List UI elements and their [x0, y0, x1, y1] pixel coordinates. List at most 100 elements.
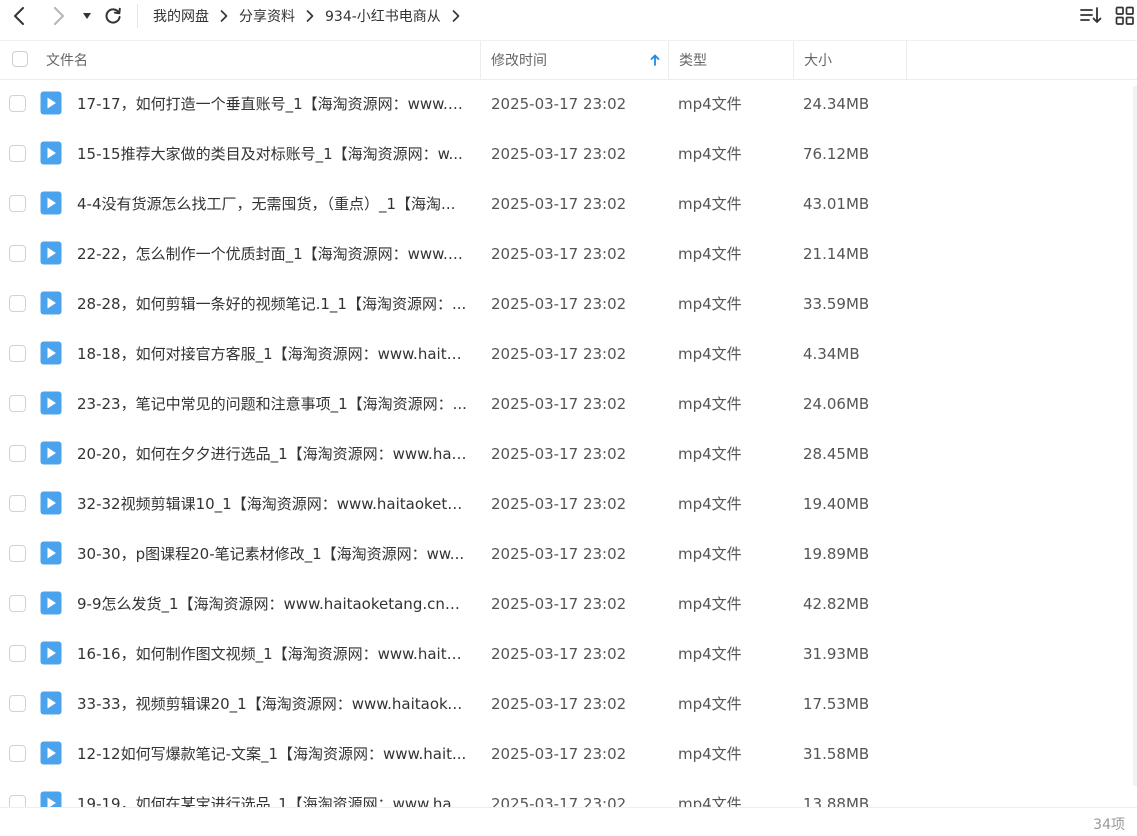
- chevron-right-icon: [452, 10, 460, 22]
- row-checkbox[interactable]: [9, 145, 26, 162]
- refresh-icon: [105, 7, 121, 24]
- row-checkbox[interactable]: [9, 595, 26, 612]
- row-checkbox[interactable]: [9, 545, 26, 562]
- file-type: mp4文件: [678, 195, 742, 213]
- file-row[interactable]: 9-9怎么发货_1【海淘资源网：www.haitaoketang.cn】... 2…: [0, 579, 1137, 629]
- breadcrumb-item-current-folder[interactable]: 934-小红书电商从: [325, 6, 441, 26]
- breadcrumb-item-my-drive[interactable]: 我的网盘: [153, 6, 209, 26]
- file-row[interactable]: 12-12如何写爆款笔记-文案_1【海淘资源网：www.hait... 2025-…: [0, 729, 1137, 779]
- video-file-icon: [40, 341, 62, 365]
- file-type: mp4文件: [678, 645, 742, 663]
- column-header-type-label: 类型: [679, 53, 707, 69]
- row-checkbox[interactable]: [9, 345, 26, 362]
- file-size: 19.89MB: [803, 545, 870, 563]
- file-row[interactable]: 16-16，如何制作图文视频_1【海淘资源网：www.haita... 2025-…: [0, 629, 1137, 679]
- file-row[interactable]: 28-28，如何剪辑一条好的视频笔记.1_1【海淘资源网：... 2025-03-…: [0, 279, 1137, 329]
- column-header-modified[interactable]: 修改时间: [491, 41, 668, 79]
- toolbar-divider: [137, 4, 138, 28]
- file-row[interactable]: 17-17，如何打造一个垂直账号_1【海淘资源网：www.h... 2025-03…: [0, 79, 1137, 129]
- file-modified-time: 2025-03-17 23:02: [491, 595, 627, 613]
- file-modified-time: 2025-03-17 23:02: [491, 445, 627, 463]
- file-row[interactable]: 20-20，如何在夕夕进行选品_1【海淘资源网：www.hai... 2025-0…: [0, 429, 1137, 479]
- file-modified-time: 2025-03-17 23:02: [491, 345, 627, 363]
- forward-button[interactable]: [48, 2, 70, 30]
- file-name[interactable]: 23-23，笔记中常见的问题和注意事项_1【海淘资源网：...: [77, 379, 469, 429]
- file-modified-time: 2025-03-17 23:02: [491, 545, 627, 563]
- file-name[interactable]: 28-28，如何剪辑一条好的视频笔记.1_1【海淘资源网：...: [77, 279, 469, 329]
- file-name[interactable]: 9-9怎么发货_1【海淘资源网：www.haitaoketang.cn】...: [77, 579, 469, 629]
- refresh-button[interactable]: [101, 2, 125, 30]
- file-size: 31.93MB: [803, 645, 870, 663]
- file-name[interactable]: 22-22，怎么制作一个优质封面_1【海淘资源网：www.h...: [77, 229, 469, 279]
- file-name[interactable]: 17-17，如何打造一个垂直账号_1【海淘资源网：www.h...: [77, 79, 469, 129]
- row-checkbox[interactable]: [9, 495, 26, 512]
- row-checkbox[interactable]: [9, 195, 26, 212]
- column-divider[interactable]: [668, 41, 669, 79]
- video-file-icon: [40, 441, 62, 465]
- file-name[interactable]: 4-4没有货源怎么找工厂，无需囤货，（重点）_1【海淘...: [77, 179, 469, 229]
- sort-list-icon: [1080, 7, 1102, 23]
- history-dropdown-button[interactable]: [79, 2, 95, 30]
- file-name[interactable]: 20-20，如何在夕夕进行选品_1【海淘资源网：www.hai...: [77, 429, 469, 479]
- column-header-type[interactable]: 类型: [679, 41, 793, 79]
- file-size: 19.40MB: [803, 495, 870, 513]
- file-size: 24.34MB: [803, 95, 870, 113]
- column-divider[interactable]: [793, 41, 794, 79]
- file-modified-time: 2025-03-17 23:02: [491, 795, 627, 807]
- file-size: 17.53MB: [803, 695, 870, 713]
- video-file-icon: [40, 191, 62, 215]
- file-row[interactable]: 32-32视频剪辑课10_1【海淘资源网：www.haitaoketa... 20…: [0, 479, 1137, 529]
- file-name[interactable]: 18-18，如何对接官方客服_1【海淘资源网：www.haita...: [77, 329, 469, 379]
- scrollbar[interactable]: [1133, 86, 1137, 786]
- file-row[interactable]: 19-19，如何在某宝进行选品_1【海淘资源网：www.hai... 2025-0…: [0, 779, 1137, 807]
- sort-button[interactable]: [1079, 4, 1103, 28]
- file-list: 17-17，如何打造一个垂直账号_1【海淘资源网：www.h... 2025-03…: [0, 79, 1137, 807]
- file-type: mp4文件: [678, 795, 742, 807]
- file-row[interactable]: 4-4没有货源怎么找工厂，无需囤货，（重点）_1【海淘... 2025-03-17…: [0, 179, 1137, 229]
- file-row[interactable]: 33-33，视频剪辑课20_1【海淘资源网：www.haitaoke... 202…: [0, 679, 1137, 729]
- row-checkbox[interactable]: [9, 695, 26, 712]
- file-row[interactable]: 23-23，笔记中常见的问题和注意事项_1【海淘资源网：... 2025-03-1…: [0, 379, 1137, 429]
- file-modified-time: 2025-03-17 23:02: [491, 95, 627, 113]
- file-row[interactable]: 30-30，p图课程20-笔记素材修改_1【海淘资源网：ww... 2025-03…: [0, 529, 1137, 579]
- file-name[interactable]: 33-33，视频剪辑课20_1【海淘资源网：www.haitaoke...: [77, 679, 469, 729]
- file-type: mp4文件: [678, 95, 742, 113]
- column-header-size[interactable]: 大小: [804, 41, 906, 79]
- row-checkbox[interactable]: [9, 295, 26, 312]
- video-file-icon: [40, 541, 62, 565]
- row-checkbox[interactable]: [9, 745, 26, 762]
- column-divider[interactable]: [906, 41, 907, 79]
- row-checkbox[interactable]: [9, 795, 26, 807]
- file-size: 33.59MB: [803, 295, 870, 313]
- file-row[interactable]: 22-22，怎么制作一个优质封面_1【海淘资源网：www.h... 2025-03…: [0, 229, 1137, 279]
- row-checkbox[interactable]: [9, 445, 26, 462]
- row-checkbox[interactable]: [9, 245, 26, 262]
- row-checkbox[interactable]: [9, 645, 26, 662]
- file-size: 76.12MB: [803, 145, 870, 163]
- column-header-name[interactable]: 文件名: [46, 41, 480, 79]
- breadcrumb-item-shared-materials[interactable]: 分享资料: [239, 6, 295, 26]
- video-file-icon: [40, 691, 62, 715]
- row-checkbox[interactable]: [9, 95, 26, 112]
- breadcrumb: 我的网盘 分享资料 934-小红书电商从: [153, 4, 471, 28]
- file-name[interactable]: 30-30，p图课程20-笔记素材修改_1【海淘资源网：ww...: [77, 529, 469, 579]
- file-name[interactable]: 16-16，如何制作图文视频_1【海淘资源网：www.haita...: [77, 629, 469, 679]
- view-mode-button[interactable]: [1115, 6, 1135, 26]
- caret-down-icon: [83, 13, 91, 19]
- file-name[interactable]: 12-12如何写爆款笔记-文案_1【海淘资源网：www.hait...: [77, 729, 469, 779]
- row-checkbox[interactable]: [9, 395, 26, 412]
- select-all-checkbox[interactable]: [12, 51, 28, 67]
- file-name[interactable]: 32-32视频剪辑课10_1【海淘资源网：www.haitaoketa...: [77, 479, 469, 529]
- back-button[interactable]: [8, 2, 30, 30]
- file-row[interactable]: 15-15推荐大家做的类目及对标账号_1【海淘资源网：w... 2025-03-1…: [0, 129, 1137, 179]
- file-type: mp4文件: [678, 745, 742, 763]
- file-name[interactable]: 15-15推荐大家做的类目及对标账号_1【海淘资源网：w...: [77, 129, 469, 179]
- file-size: 24.06MB: [803, 395, 870, 413]
- grid-view-icon: [1115, 6, 1134, 25]
- file-manager-window: 我的网盘 分享资料 934-小红书电商从 文件名 修改时间 类型 大小 17-1…: [0, 0, 1137, 836]
- file-modified-time: 2025-03-17 23:02: [491, 295, 627, 313]
- file-row[interactable]: 18-18，如何对接官方客服_1【海淘资源网：www.haita... 2025-…: [0, 329, 1137, 379]
- file-size: 43.01MB: [803, 195, 870, 213]
- file-name[interactable]: 19-19，如何在某宝进行选品_1【海淘资源网：www.hai...: [77, 779, 469, 807]
- column-divider[interactable]: [480, 41, 481, 79]
